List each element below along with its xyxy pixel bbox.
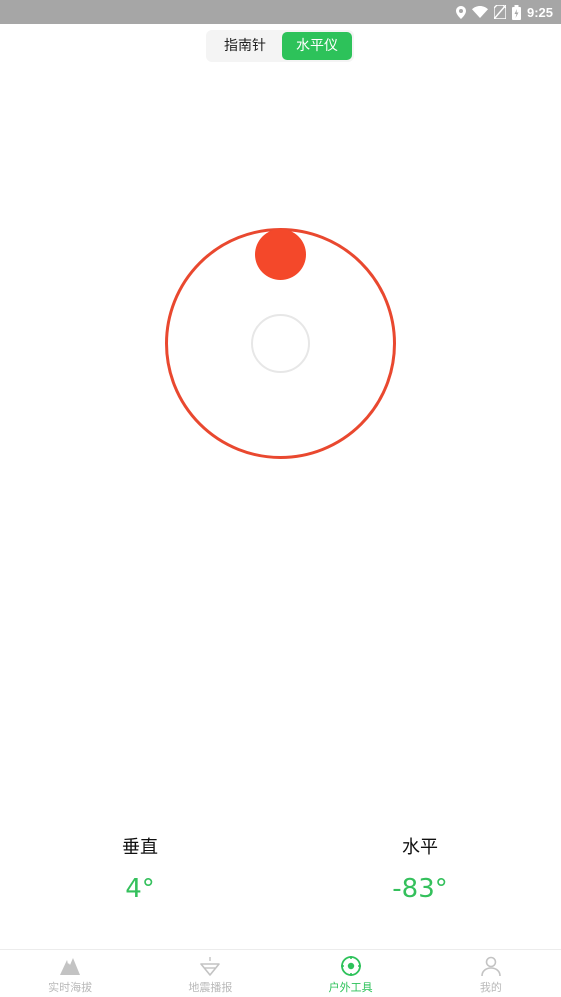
horizontal-label: 水平 (402, 837, 438, 858)
tab-level[interactable]: 水平仪 (282, 32, 352, 60)
tab-outdoor-tools[interactable]: 户外工具 (281, 950, 421, 997)
earthquake-icon (199, 955, 221, 977)
vertical-value: 4° (125, 874, 155, 904)
no-sim-icon (493, 5, 506, 19)
tab-outdoor-tools-label: 户外工具 (328, 981, 373, 994)
vertical-readout: 垂直 4° (70, 835, 210, 905)
status-bar: 9:25 (0, 0, 561, 24)
mountain-icon (59, 955, 81, 977)
tab-altitude[interactable]: 实时海拔 (0, 950, 140, 997)
vertical-label: 垂直 (122, 837, 158, 858)
clock: 9:25 (526, 4, 553, 20)
level-center-target (251, 314, 310, 373)
level-bubble (255, 229, 306, 280)
location-icon (455, 5, 466, 19)
bottom-tabbar: 实时海拔 地震播报 户外工具 我的 (0, 949, 561, 997)
wifi-icon (471, 6, 488, 18)
tab-mine-label: 我的 (479, 981, 502, 994)
bubble-level (165, 228, 396, 459)
tab-altitude-label: 实时海拔 (48, 981, 93, 994)
horizontal-readout: 水平 -83° (350, 835, 490, 905)
horizontal-value: -83° (392, 874, 448, 904)
tab-earthquake-label: 地震播报 (188, 981, 233, 994)
battery-charging-icon (511, 4, 521, 20)
mode-switch: 指南针 水平仪 (206, 30, 354, 62)
tab-compass[interactable]: 指南针 (208, 32, 282, 60)
user-icon (480, 955, 502, 977)
tab-earthquake[interactable]: 地震播报 (140, 950, 280, 997)
tab-mine[interactable]: 我的 (421, 950, 561, 997)
compass-target-icon (340, 955, 362, 977)
